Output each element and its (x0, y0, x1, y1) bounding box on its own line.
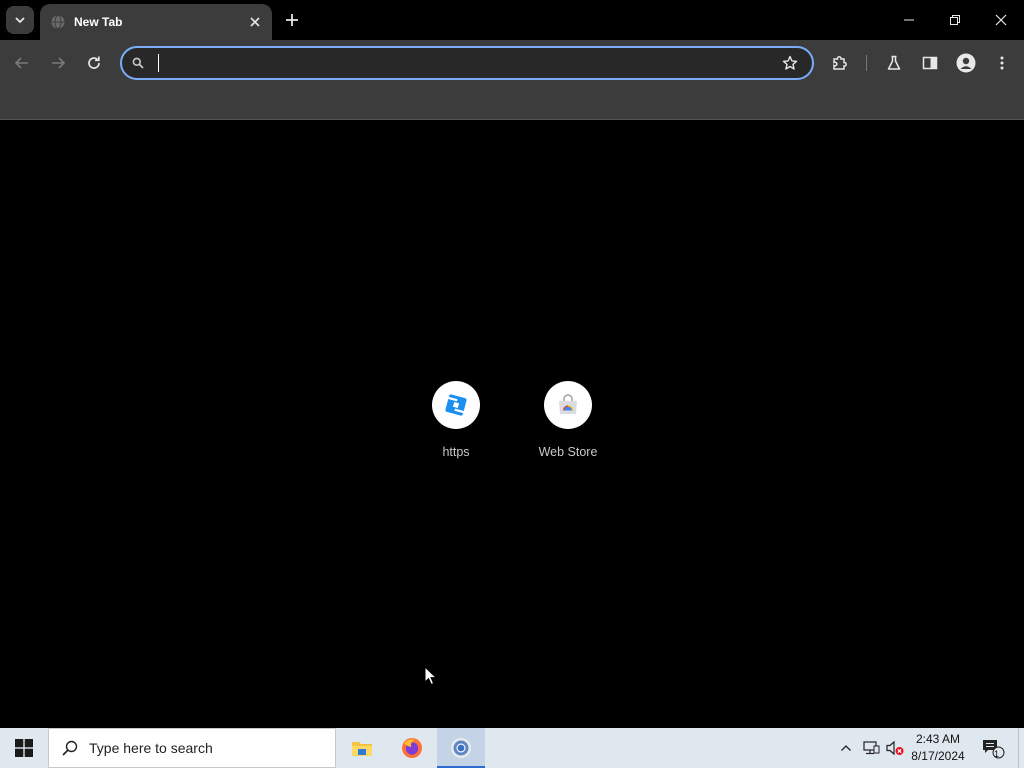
chrome-web-store-icon (559, 394, 577, 414)
close-window-button[interactable] (978, 0, 1024, 40)
minimize-button[interactable] (886, 0, 932, 40)
toolbar-divider (866, 55, 867, 71)
taskbar-clock[interactable]: 2:43 AM 8/17/2024 (906, 731, 970, 765)
avatar-icon (956, 53, 976, 73)
taskbar-search-box[interactable]: Type here to search (48, 728, 336, 768)
side-panel-icon (922, 56, 938, 70)
puzzle-icon (833, 56, 847, 70)
show-hidden-icons-button[interactable] (836, 728, 856, 768)
shortcut-tile (432, 381, 480, 429)
close-icon (250, 17, 260, 27)
taskbar-file-explorer[interactable] (338, 728, 386, 768)
profile-button[interactable] (950, 47, 982, 79)
extensions-button[interactable] (824, 47, 856, 79)
tab-close-button[interactable] (244, 11, 266, 33)
forward-button[interactable] (42, 47, 74, 79)
text-caret (158, 54, 159, 72)
shortcut-web-store[interactable]: Web Store (518, 381, 618, 471)
tab-search-button[interactable] (6, 6, 34, 34)
show-desktop-button[interactable] (1018, 728, 1024, 768)
bookmarks-bar (0, 86, 1024, 120)
taskbar-search-placeholder: Type here to search (89, 740, 213, 756)
more-vert-icon (1000, 56, 1004, 70)
globe-icon (51, 15, 65, 29)
action-center-button[interactable]: 1 (980, 728, 1006, 768)
chrome-icon (451, 738, 471, 758)
notification-icon (983, 740, 1005, 759)
taskbar-chrome[interactable] (437, 728, 485, 768)
plus-icon (286, 14, 298, 26)
windows-logo-icon (15, 739, 33, 757)
labs-button[interactable] (878, 47, 910, 79)
taskbar-firefox[interactable] (388, 728, 436, 768)
star-icon[interactable] (782, 55, 798, 71)
network-icon (863, 741, 880, 755)
restore-button[interactable] (932, 0, 978, 40)
chevron-down-icon (15, 17, 25, 24)
taskbar: Type here to search 2:43 AM 8/17/2024 1 (0, 728, 1024, 768)
address-input[interactable] (158, 52, 758, 74)
network-button[interactable] (860, 728, 882, 768)
clock-time: 2:43 AM (915, 732, 961, 746)
tab-title: New Tab (74, 15, 123, 29)
notification-count-badge: 1 (994, 749, 1000, 759)
omnibox[interactable] (120, 46, 814, 80)
file-explorer-icon (352, 742, 372, 756)
tab-new-tab[interactable]: New Tab (40, 4, 272, 40)
arrow-right-icon (52, 57, 66, 69)
clock-date: 8/17/2024 (911, 749, 965, 763)
back-button[interactable] (6, 47, 38, 79)
chevron-up-icon (841, 745, 851, 751)
shortcut-https[interactable]: https (406, 381, 506, 471)
firefox-icon (402, 738, 422, 758)
screen: New Tab https Web Store Type here to sea… (0, 0, 1024, 768)
mouse-pointer-icon (424, 666, 438, 686)
volume-button[interactable] (884, 728, 906, 768)
roblox-icon (445, 394, 467, 416)
arrow-left-icon (14, 57, 28, 69)
reload-icon (88, 56, 100, 69)
shortcut-label: https (442, 445, 470, 459)
title-bar: New Tab (0, 0, 1024, 40)
new-tab-button[interactable] (280, 8, 304, 32)
reload-button[interactable] (78, 47, 110, 79)
shortcut-tile (544, 381, 592, 429)
close-icon (995, 14, 1007, 26)
side-panel-button[interactable] (914, 47, 946, 79)
restore-icon (950, 15, 960, 25)
flask-icon (887, 55, 901, 70)
menu-button[interactable] (986, 47, 1018, 79)
search-icon (62, 740, 78, 756)
search-icon (132, 57, 144, 69)
volume-muted-icon (886, 740, 904, 756)
start-button[interactable] (0, 728, 48, 768)
new-tab-page: https Web Store (0, 121, 1024, 728)
shortcut-label: Web Store (538, 445, 598, 459)
minimize-icon (904, 19, 914, 21)
